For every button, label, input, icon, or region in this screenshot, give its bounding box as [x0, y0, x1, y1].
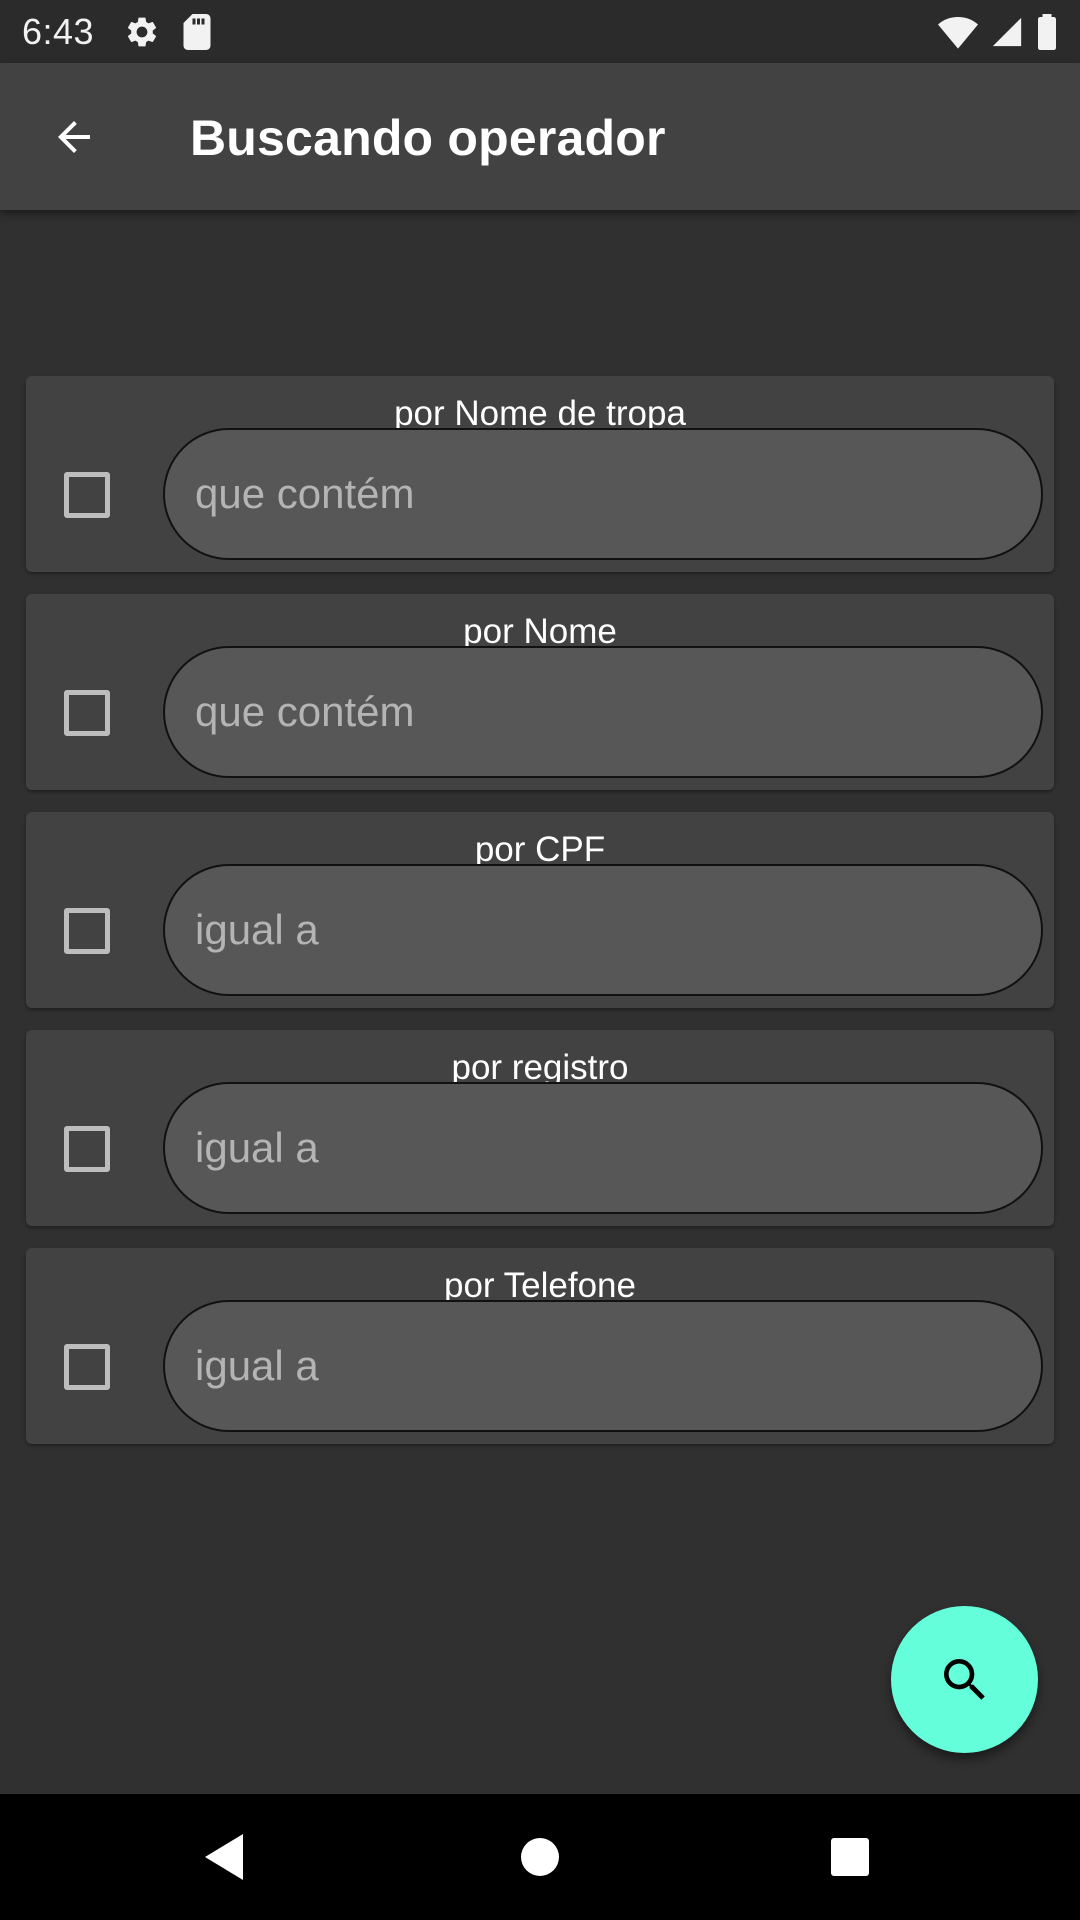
nav-recents-button[interactable]	[817, 1824, 883, 1890]
nav-home-icon	[521, 1838, 559, 1876]
nav-back-icon	[205, 1834, 243, 1880]
filter-title: por Telefone	[443, 1266, 636, 1305]
settings-icon	[124, 14, 160, 50]
filter-list: por Nome de tropa por Nome por CPF por r…	[26, 376, 1054, 1466]
filter-checkbox-registro[interactable]	[64, 1126, 110, 1172]
signal-icon	[990, 15, 1024, 49]
filter-checkbox-nome[interactable]	[64, 690, 110, 736]
nav-recents-icon	[831, 1838, 869, 1876]
nav-home-button[interactable]	[507, 1824, 573, 1890]
status-time: 6:43	[22, 10, 95, 52]
sd-card-icon	[182, 13, 212, 50]
filter-checkbox-cpf[interactable]	[64, 908, 110, 954]
back-button[interactable]	[44, 107, 104, 167]
filter-checkbox-nome-de-tropa[interactable]	[64, 472, 110, 518]
filter-input-telefone[interactable]	[163, 1300, 1043, 1432]
filter-card-nome-de-tropa: por Nome de tropa	[26, 376, 1054, 572]
filter-card-cpf: por CPF	[26, 812, 1054, 1008]
filter-input-nome-de-tropa[interactable]	[163, 428, 1043, 560]
battery-icon	[1036, 13, 1058, 50]
search-fab-button[interactable]	[891, 1606, 1038, 1753]
filter-input-cpf[interactable]	[163, 864, 1043, 996]
status-left-icons	[124, 13, 212, 50]
filter-card-registro: por registro	[26, 1030, 1054, 1226]
filter-title: por CPF	[474, 830, 606, 869]
status-right-icons	[938, 0, 1058, 63]
filter-card-nome: por Nome	[26, 594, 1054, 790]
filter-input-registro[interactable]	[163, 1082, 1043, 1214]
page-title: Buscando operador	[190, 110, 666, 166]
filter-card-telefone: por Telefone	[26, 1248, 1054, 1444]
nav-bar	[0, 1794, 1080, 1920]
app-bar: Buscando operador	[0, 63, 1080, 210]
filter-checkbox-telefone[interactable]	[64, 1344, 110, 1390]
filter-title: por registro	[451, 1048, 629, 1087]
filter-title: por Nome	[463, 612, 617, 651]
nav-back-button[interactable]	[192, 1824, 258, 1890]
filter-input-nome[interactable]	[163, 646, 1043, 778]
status-bar: 6:43	[0, 0, 1080, 63]
filter-title: por Nome de tropa	[394, 394, 686, 433]
screen: 6:43 Buscando operador por Nome de tropa…	[0, 0, 1080, 1920]
arrow-back-icon	[58, 121, 90, 153]
search-icon	[943, 1658, 985, 1700]
wifi-icon	[938, 15, 978, 49]
